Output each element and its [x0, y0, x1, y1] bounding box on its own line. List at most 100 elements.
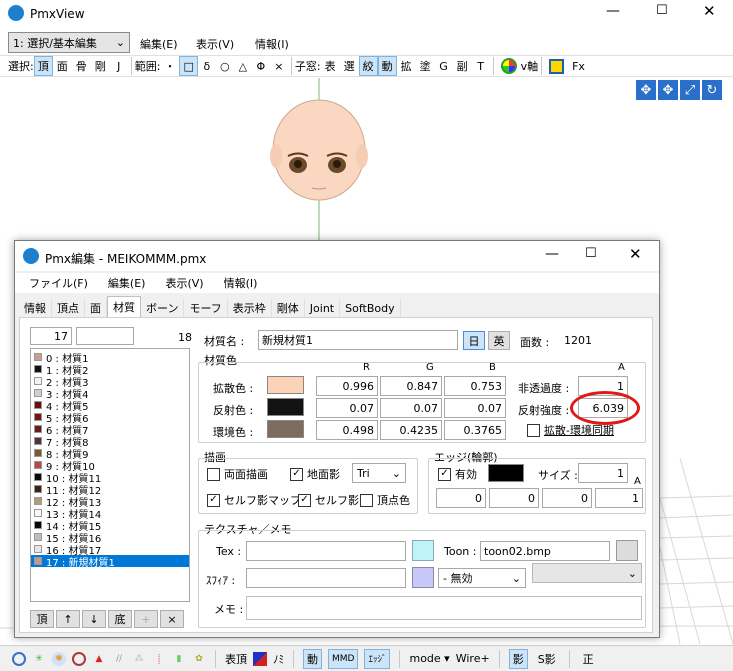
editor-menu-edit[interactable]: 編集(E) — [108, 275, 146, 291]
texture-browse-button[interactable] — [412, 540, 434, 561]
both-sides-checkbox[interactable] — [207, 467, 220, 481]
range-mode-button-1[interactable]: □ — [179, 56, 198, 76]
tab-0[interactable]: 情報 — [19, 299, 52, 317]
subwindow-button-6[interactable]: G — [435, 56, 453, 76]
tab-9[interactable]: SoftBody — [340, 299, 401, 317]
select-mode-button-3[interactable]: 剛 — [91, 56, 110, 76]
subwindow-button-5[interactable]: 塗 — [416, 56, 435, 76]
bone-icon[interactable]: ⸽ — [152, 652, 166, 666]
material-search-input[interactable] — [76, 327, 134, 345]
vertex-color-checkbox[interactable] — [360, 493, 373, 507]
subwindow-button-0[interactable]: 表 — [321, 56, 340, 76]
select-mode-button-2[interactable]: 骨 — [72, 56, 91, 76]
self-map-option[interactable]: ✓ セルフ影マップ — [207, 492, 301, 508]
vertex-icon[interactable] — [12, 651, 26, 666]
rotate-view-icon[interactable]: ↻ — [702, 80, 722, 100]
diffuse-g-input[interactable]: 0.847 — [380, 376, 442, 396]
toon-mode-select[interactable]: ⌄ — [532, 563, 642, 583]
add-material-button[interactable]: + — [134, 610, 158, 628]
edge-a-input[interactable]: 1 — [595, 488, 643, 508]
fx-label[interactable]: Fx — [572, 60, 585, 73]
toon-browse-button[interactable] — [616, 540, 638, 561]
primitive-select[interactable]: Tri ⌄ — [352, 463, 406, 483]
specular-g-input[interactable]: 0.07 — [380, 398, 442, 418]
triangle-icon[interactable]: ▲ — [92, 652, 106, 666]
target-icon[interactable] — [72, 651, 86, 666]
range-mode-button-0[interactable]: ・ — [160, 56, 179, 76]
menu-info[interactable]: 情報(I) — [255, 36, 289, 52]
range-mode-button-5[interactable]: Φ — [252, 56, 270, 76]
vertex-dot-icon[interactable]: ⁂ — [132, 652, 146, 666]
memo-input[interactable] — [246, 596, 642, 620]
sphere-input[interactable] — [246, 568, 406, 588]
tab-4[interactable]: ボーン — [141, 299, 185, 317]
sync-checkbox[interactable] — [527, 423, 540, 437]
zoom-view-icon[interactable]: ⤢ — [680, 80, 700, 100]
ground-shadow-checkbox[interactable]: ✓ — [290, 467, 303, 481]
edge-g-input[interactable]: 0 — [489, 488, 539, 508]
subwindow-button-8[interactable]: T — [472, 56, 490, 76]
edge-enabled-option[interactable]: ✓ 有効 — [438, 466, 477, 482]
color-icon[interactable] — [253, 651, 267, 666]
diffuse-b-input[interactable]: 0.753 — [444, 376, 506, 396]
texture-input[interactable] — [246, 541, 406, 561]
diffuse-r-input[interactable]: 0.996 — [316, 376, 378, 396]
tab-8[interactable]: Joint — [305, 299, 341, 317]
subwindow-button-3[interactable]: 動 — [377, 56, 397, 76]
front-view-button[interactable]: 正 — [579, 649, 598, 669]
editor-menu-info[interactable]: 情報(I) — [224, 275, 258, 291]
english-name-button[interactable]: 英 — [488, 331, 510, 350]
specular-b-input[interactable]: 0.07 — [444, 398, 506, 418]
star-icon[interactable]: ✳ — [32, 652, 46, 666]
range-mode-button-6[interactable]: × — [270, 56, 288, 76]
minimize-button[interactable]: — — [606, 3, 620, 19]
material-list-item[interactable]: 17 : 新規材質1 — [31, 555, 189, 569]
joint-icon[interactable]: ✿ — [192, 652, 206, 666]
ground-shadow-option[interactable]: ✓ 地面影 — [290, 466, 340, 482]
self-shadow-toggle[interactable]: S影 — [534, 649, 560, 669]
range-mode-button-4[interactable]: △ — [234, 56, 252, 76]
tab-6[interactable]: 表示枠 — [228, 299, 272, 317]
rigid-icon[interactable]: ▮ — [172, 652, 186, 666]
editor-minimize-button[interactable]: — — [545, 246, 559, 262]
japanese-name-button[interactable]: 日 — [463, 331, 485, 350]
move-down-button[interactable]: ↓ — [82, 610, 106, 628]
delete-material-button[interactable]: × — [160, 610, 184, 628]
mode-select[interactable]: 1: 選択/基本編集 ⌄ — [8, 32, 130, 53]
ambient-b-input[interactable]: 0.3765 — [444, 420, 506, 440]
material-index-input[interactable]: 17 — [30, 327, 72, 345]
edge-size-input[interactable]: 1 — [578, 463, 628, 483]
ambient-swatch[interactable] — [267, 420, 304, 438]
ambient-g-input[interactable]: 0.4235 — [380, 420, 442, 440]
toon-input[interactable]: toon02.bmp — [480, 541, 610, 561]
self-shadow-option[interactable]: ✓ セルフ影 — [298, 492, 359, 508]
self-map-checkbox[interactable]: ✓ — [207, 493, 220, 507]
editor-maximize-button[interactable]: ☐ — [585, 246, 597, 261]
ambient-r-input[interactable]: 0.498 — [316, 420, 378, 440]
subwindow-button-1[interactable]: 選 — [340, 56, 359, 76]
editor-menu-file[interactable]: ファイル(F) — [29, 275, 88, 291]
maximize-button[interactable]: ☐ — [656, 3, 668, 18]
axis-gizmo-button[interactable] — [497, 56, 521, 76]
diffuse-swatch[interactable] — [267, 376, 304, 394]
tab-7[interactable]: 剛体 — [272, 299, 305, 317]
nomi-label[interactable]: ﾉﾐ — [273, 651, 284, 667]
select-mode-button-4[interactable]: J — [110, 56, 128, 76]
grid-button[interactable] — [545, 56, 568, 76]
subwindow-button-2[interactable]: 絞 — [358, 56, 378, 76]
vertex-color-option[interactable]: 頂点色 — [360, 492, 410, 508]
close-button[interactable]: ✕ — [703, 2, 716, 20]
wire-icon[interactable]: // — [112, 652, 126, 666]
editor-menu-view[interactable]: 表示(V) — [165, 275, 203, 291]
sphere-mode-select[interactable]: - 無効 ⌄ — [438, 568, 526, 588]
both-sides-option[interactable]: 両面描画 — [207, 466, 268, 482]
range-mode-button-3[interactable]: ○ — [216, 56, 234, 76]
dou-toggle[interactable]: 動 — [303, 648, 322, 669]
mode-dropdown[interactable]: mode ▾ — [409, 652, 449, 665]
sun-icon[interactable]: ✺ — [52, 651, 66, 666]
menu-edit[interactable]: 編集(E) — [140, 36, 178, 52]
diffuse-ambient-sync[interactable]: 拡散-環境同期 — [527, 422, 614, 438]
edge-color-swatch[interactable] — [488, 464, 524, 482]
tab-1[interactable]: 頂点 — [52, 299, 85, 317]
tab-5[interactable]: モーフ — [184, 299, 228, 317]
